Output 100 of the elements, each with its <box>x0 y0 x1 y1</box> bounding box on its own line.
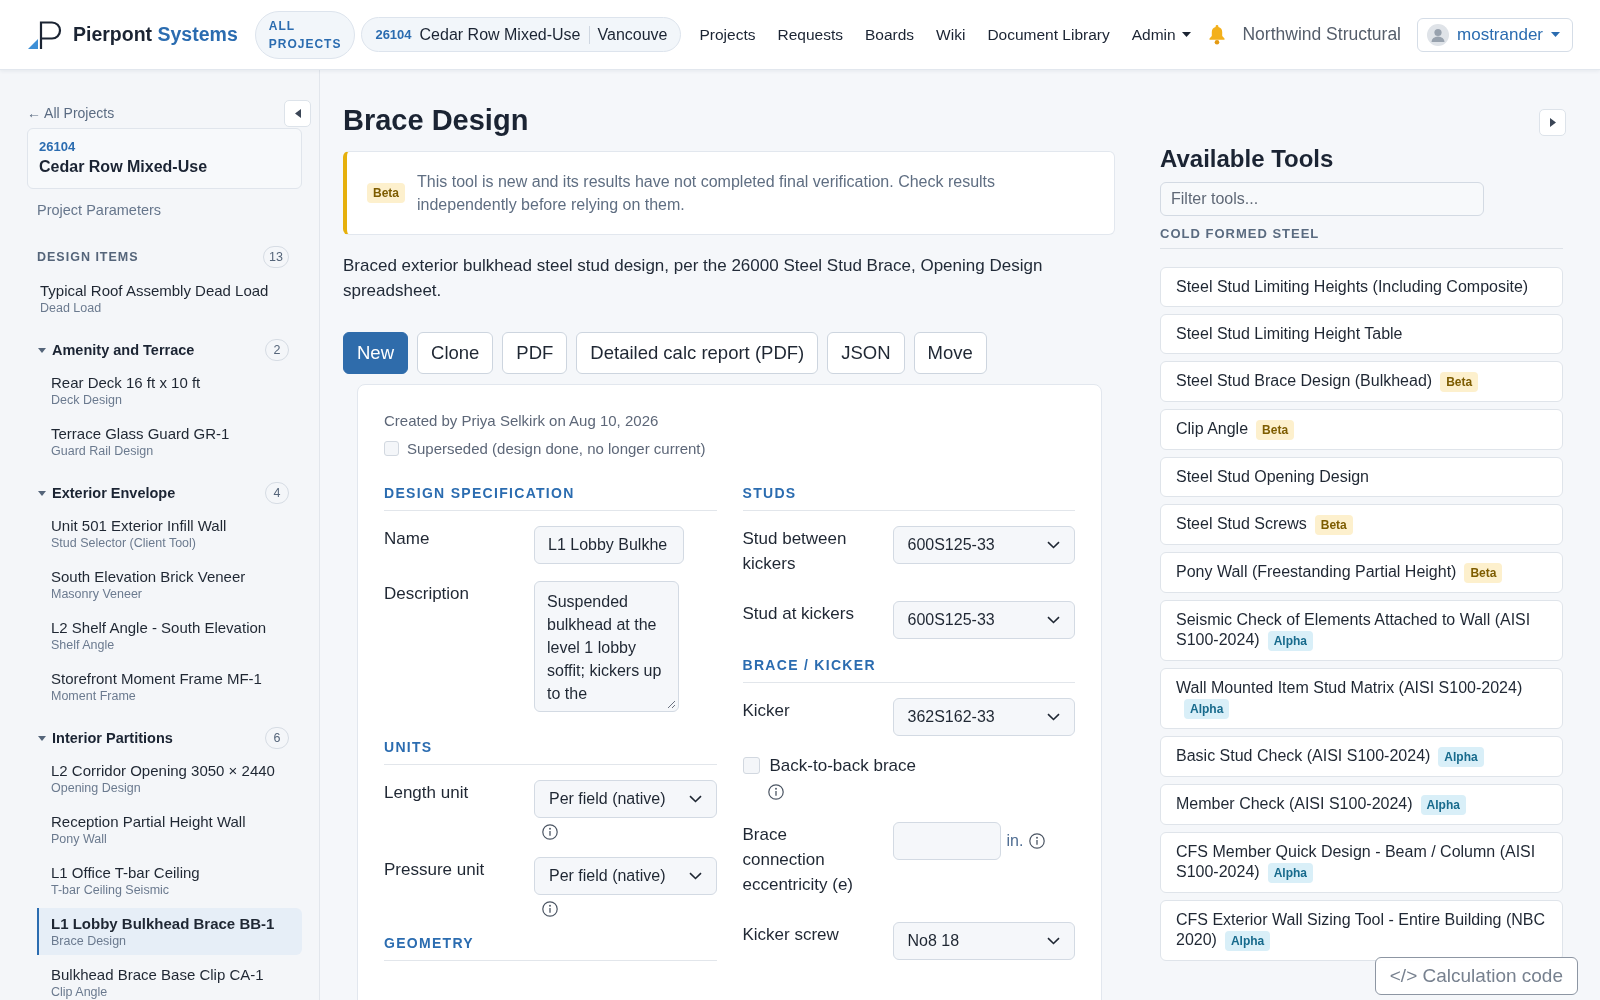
alpha-badge: Alpha <box>1420 795 1466 815</box>
tool-card[interactable]: Steel Stud Opening Design <box>1160 457 1563 497</box>
beta-badge: Beta <box>367 183 405 203</box>
sidebar-item[interactable]: L2 Corridor Opening 3050 × 2440 Opening Design <box>37 755 302 802</box>
tool-card[interactable]: Steel Stud Limiting Height Table <box>1160 314 1563 354</box>
calculation-code-button[interactable]: </> Calculation code <box>1374 957 1578 995</box>
section-heading: BRACE / KICKER <box>742 656 1075 683</box>
sidebar-item[interactable]: Unit 501 Exterior Infill Wall Stud Selector (Client Tool) <box>37 510 302 557</box>
sidebar-item[interactable]: L1 Lobby Bulkhead Brace BB-1 Brace Design <box>37 908 302 955</box>
nav-link[interactable]: Boards <box>864 25 915 44</box>
nav-link[interactable]: Projects <box>699 25 756 44</box>
project-parameters-link[interactable]: Project Parameters <box>37 200 162 220</box>
tool-description: Braced exterior bulkhead steel stud design, per the 26000 Steel Stud Brace, Opening Design spreadsheet. <box>343 255 1044 302</box>
action-button[interactable]: JSON <box>827 332 905 374</box>
sidebar-item[interactable]: Reception Partial Height Wall Pony Wall <box>37 806 302 853</box>
info-icon[interactable] <box>767 784 784 800</box>
sidebar-item[interactable]: L1 Office T-bar Ceiling T-bar Ceiling Seismic <box>37 857 302 904</box>
action-button[interactable]: Clone <box>417 332 494 374</box>
collapse-panel-button[interactable] <box>1539 109 1566 136</box>
alpha-badge: Alpha <box>1438 747 1484 767</box>
action-button[interactable]: Detailed calc report (PDF) <box>576 332 819 374</box>
field-label: Kicker screw <box>742 924 840 946</box>
tool-card[interactable]: Pony Wall (Freestanding Partial Height) Beta <box>1160 552 1563 593</box>
collapse-sidebar-button[interactable] <box>284 99 311 127</box>
project-number: 26104 <box>39 138 77 156</box>
tool-card[interactable]: Seismic Check of Elements Attached to Wall (AISI S100-2024) Alpha <box>1160 600 1563 661</box>
field-label: Stud between kickers <box>742 528 848 575</box>
checkbox[interactable] <box>742 757 760 774</box>
field-label: Description <box>384 583 471 605</box>
brand-name[interactable]: Pierpont Systems <box>73 23 238 46</box>
checkbox-label[interactable]: Back-to-back brace <box>769 753 916 778</box>
select-field[interactable]: 362S162-33 <box>892 698 1075 736</box>
group-title[interactable]: Exterior Envelope <box>52 485 259 501</box>
nav-link[interactable]: Requests <box>777 25 843 44</box>
project-location: Vancouve <box>597 25 668 44</box>
tool-card[interactable]: CFS Member Quick Design - Beam / Column (AISI S100-2024) Alpha <box>1160 832 1563 893</box>
select-field[interactable]: Per field (native) <box>534 780 717 818</box>
select-field[interactable]: Per field (native) <box>534 857 717 895</box>
info-icon[interactable] <box>1029 833 1046 849</box>
tool-card[interactable]: Basic Stud Check (AISI S100-2024) Alpha <box>1160 736 1563 777</box>
caret-down-icon[interactable] <box>38 735 46 741</box>
user-menu-button[interactable]: mostrander <box>1417 17 1573 52</box>
project-pill[interactable]: 26104 Cedar Row Mixed-Use Vancouve <box>361 17 682 52</box>
tool-card[interactable]: Wall Mounted Item Stud Matrix (AISI S100-2024) Alpha <box>1160 668 1563 729</box>
text-area[interactable]: Suspended bulkhead at the level 1 lobby soffit; kickers up to the <box>534 581 679 712</box>
chevron-down-icon <box>1047 937 1060 945</box>
action-button[interactable]: Move <box>913 332 987 374</box>
tool-card[interactable]: Steel Stud Limiting Heights (Including Composite) <box>1160 267 1563 307</box>
group-title[interactable]: Amenity and Terrace <box>52 342 259 358</box>
sidebar-item[interactable]: L2 Shelf Angle - South Elevation Shelf Angle <box>37 612 302 659</box>
info-icon[interactable] <box>542 824 558 840</box>
back-link[interactable]: ← All Projects <box>27 105 115 121</box>
sidebar-item[interactable]: Bulkhead Brace Base Clip CA-1 Clip Angle <box>37 959 302 1000</box>
caret-down-icon <box>1181 32 1191 37</box>
info-icon[interactable] <box>542 901 558 917</box>
text-field[interactable]: L1 Lobby Bulkhe <box>534 526 684 564</box>
page-title: Brace Design <box>343 103 530 138</box>
filter-field[interactable]: Filter tools... <box>1160 182 1484 216</box>
resize-grip-icon[interactable] <box>667 700 675 708</box>
tool-card[interactable]: Member Check (AISI S100-2024) Alpha <box>1160 784 1563 825</box>
logo-icon <box>28 20 63 49</box>
text-field[interactable] <box>892 822 1001 860</box>
beta-badge: Beta <box>1256 420 1295 440</box>
tool-card[interactable]: Clip Angle Beta <box>1160 409 1563 450</box>
action-button[interactable]: New <box>343 332 408 374</box>
tool-card[interactable]: Steel Stud Screws Beta <box>1160 504 1563 545</box>
project-name: Cedar Row Mixed-Use <box>39 157 209 177</box>
group-title[interactable]: Interior Partitions <box>52 730 259 746</box>
caret-down-icon[interactable] <box>38 347 46 353</box>
nav-link[interactable]: Wiki <box>936 25 966 44</box>
project-number: 26104 <box>375 27 412 42</box>
all-projects-button[interactable]: ALL PROJECTS <box>254 10 356 59</box>
tool-card[interactable]: CFS Exterior Wall Sizing Tool - Entire Building (NBC 2020) Alpha <box>1160 900 1563 961</box>
caret-left-icon <box>294 108 301 118</box>
alpha-badge: Alpha <box>1267 863 1313 883</box>
section-heading: STUDS <box>742 484 1075 511</box>
project-card[interactable]: 26104 Cedar Row Mixed-Use <box>27 128 302 189</box>
sidebar-item[interactable]: Typical Roof Assembly Dead Load Dead Load <box>27 275 302 322</box>
beta-badge: Beta <box>1314 515 1353 535</box>
sidebar-item[interactable]: Rear Deck 16 ft x 10 ft Deck Design <box>37 367 302 414</box>
select-field[interactable]: 600S125-33 <box>892 601 1075 639</box>
nav-link[interactable]: Document Library <box>987 25 1110 44</box>
caret-down-icon[interactable] <box>38 490 46 496</box>
chevron-down-icon <box>688 872 702 880</box>
notice-text: This tool is new and its results have not completed final verification. Check results independently before relying on them. <box>417 172 997 215</box>
beta-badge: Beta <box>1440 372 1479 392</box>
chevron-down-icon <box>1047 713 1060 721</box>
checkbox[interactable] <box>384 441 399 456</box>
select-field[interactable]: No8 18 <box>892 922 1075 960</box>
sidebar-item[interactable]: Storefront Moment Frame MF-1 Moment Frame <box>37 663 302 710</box>
nav-menu[interactable]: Admin <box>1131 25 1191 44</box>
field-label: Name <box>384 528 431 550</box>
select-field[interactable]: 600S125-33 <box>892 526 1075 564</box>
field-label: Stud at kickers <box>742 603 855 625</box>
sidebar-item[interactable]: Terrace Glass Guard GR-1 Guard Rail Design <box>37 418 302 465</box>
sidebar-item[interactable]: South Elevation Brick Veneer Masonry Veneer <box>37 561 302 608</box>
checkbox-label[interactable]: Superseded (design done, no longer current) <box>407 440 706 457</box>
alpha-badge: Alpha <box>1184 699 1230 719</box>
action-button[interactable]: PDF <box>502 332 568 374</box>
tool-card[interactable]: Steel Stud Brace Design (Bulkhead) Beta <box>1160 361 1563 402</box>
